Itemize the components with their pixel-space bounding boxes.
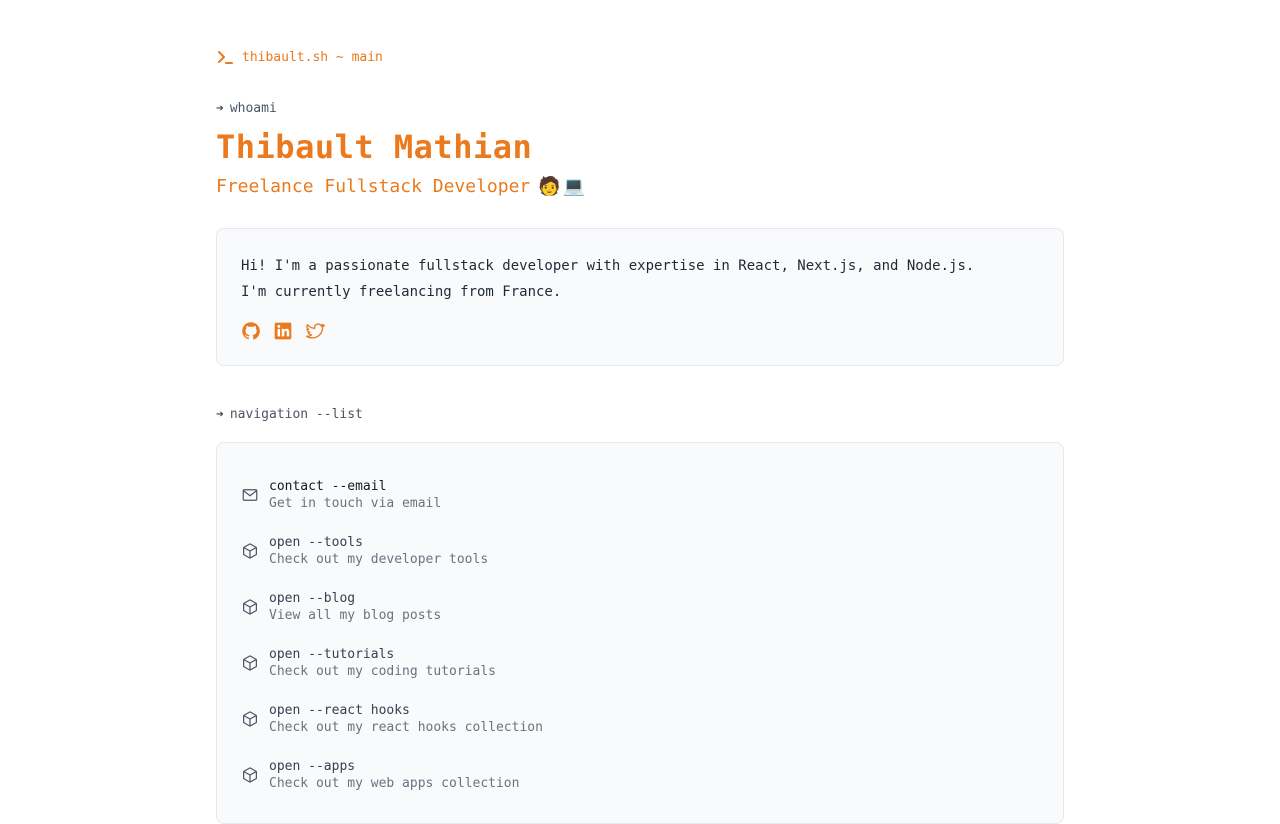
whoami-prompt: ➔ whoami (216, 101, 277, 116)
nav-item-command: open --blog (269, 591, 356, 606)
nav-item-blog[interactable]: open --blog View all my blog posts (241, 579, 1039, 635)
brand-link[interactable]: thibault.sh ~ main (216, 48, 383, 66)
nav-item-tools[interactable]: open --tools Check out my developer tool… (241, 523, 1039, 579)
nav-item-text: open --apps Check out my web apps collec… (269, 759, 519, 791)
box-icon (241, 598, 259, 616)
twitter-icon[interactable] (305, 321, 325, 341)
nav-item-text: open --react hooks Check out my react ho… (269, 703, 543, 735)
bio-line-2: I'm currently freelancing from France. (241, 284, 562, 300)
nav-item-tutorials[interactable]: open --tutorials Check out my coding tut… (241, 635, 1039, 691)
nav-item-command: open --react hooks (269, 703, 410, 718)
bio-text: Hi! I'm a passionate fullstack developer… (241, 253, 1041, 305)
github-icon[interactable] (241, 321, 261, 341)
role-label: Freelance Fullstack Developer (216, 176, 531, 197)
nav-item-description: Check out my react hooks collection (269, 720, 543, 735)
box-icon (241, 710, 259, 728)
nav-item-contact[interactable]: contact --email Get in touch via email (241, 467, 1039, 523)
page-title: Thibault Mathian (216, 128, 533, 166)
laptop-emoji: 💻 (562, 176, 586, 197)
terminal-icon (216, 48, 234, 66)
social-links (241, 321, 325, 341)
nav-item-text: open --tutorials Check out my coding tut… (269, 647, 496, 679)
role-emojis: 🧑 💻 (538, 176, 585, 197)
nav-item-text: contact --email Get in touch via email (269, 479, 441, 511)
box-icon (241, 542, 259, 560)
linkedin-icon[interactable] (273, 321, 293, 341)
navigation-prompt: ➔ navigation --list (216, 407, 363, 422)
bio-line-1: Hi! I'm a passionate fullstack developer… (241, 258, 975, 274)
nav-item-description: View all my blog posts (269, 608, 442, 623)
prompt-arrow: ➔ (216, 101, 224, 116)
nav-item-description: Check out my web apps collection (269, 776, 520, 791)
nav-item-description: Check out my coding tutorials (269, 664, 496, 679)
prompt-arrow: ➔ (216, 407, 224, 422)
navigation-list: contact --email Get in touch via email o… (241, 467, 1039, 803)
nav-item-apps[interactable]: open --apps Check out my web apps collec… (241, 747, 1039, 803)
prompt-command: whoami (229, 101, 277, 116)
box-icon (241, 654, 259, 672)
nav-item-text: open --blog View all my blog posts (269, 591, 441, 623)
nav-item-command: open --tools (269, 535, 363, 550)
nav-item-command: open --tutorials (269, 647, 395, 662)
about-card: Hi! I'm a passionate fullstack developer… (216, 228, 1064, 366)
prompt-command: navigation --list (229, 407, 363, 422)
box-icon (241, 766, 259, 784)
nav-item-react-hooks[interactable]: open --react hooks Check out my react ho… (241, 691, 1039, 747)
nav-item-command: open --apps (269, 759, 356, 774)
mail-icon (241, 486, 259, 504)
nav-item-text: open --tools Check out my developer tool… (269, 535, 488, 567)
role-line: Freelance Fullstack Developer 🧑 💻 (216, 176, 585, 197)
brand-label: thibault.sh ~ main (242, 49, 383, 65)
developer-emoji: 🧑 (538, 176, 561, 197)
navigation-card: contact --email Get in touch via email o… (216, 442, 1064, 824)
nav-item-command: contact --email (269, 479, 387, 494)
nav-item-description: Check out my developer tools (269, 552, 489, 567)
nav-item-description: Get in touch via email (269, 496, 442, 511)
